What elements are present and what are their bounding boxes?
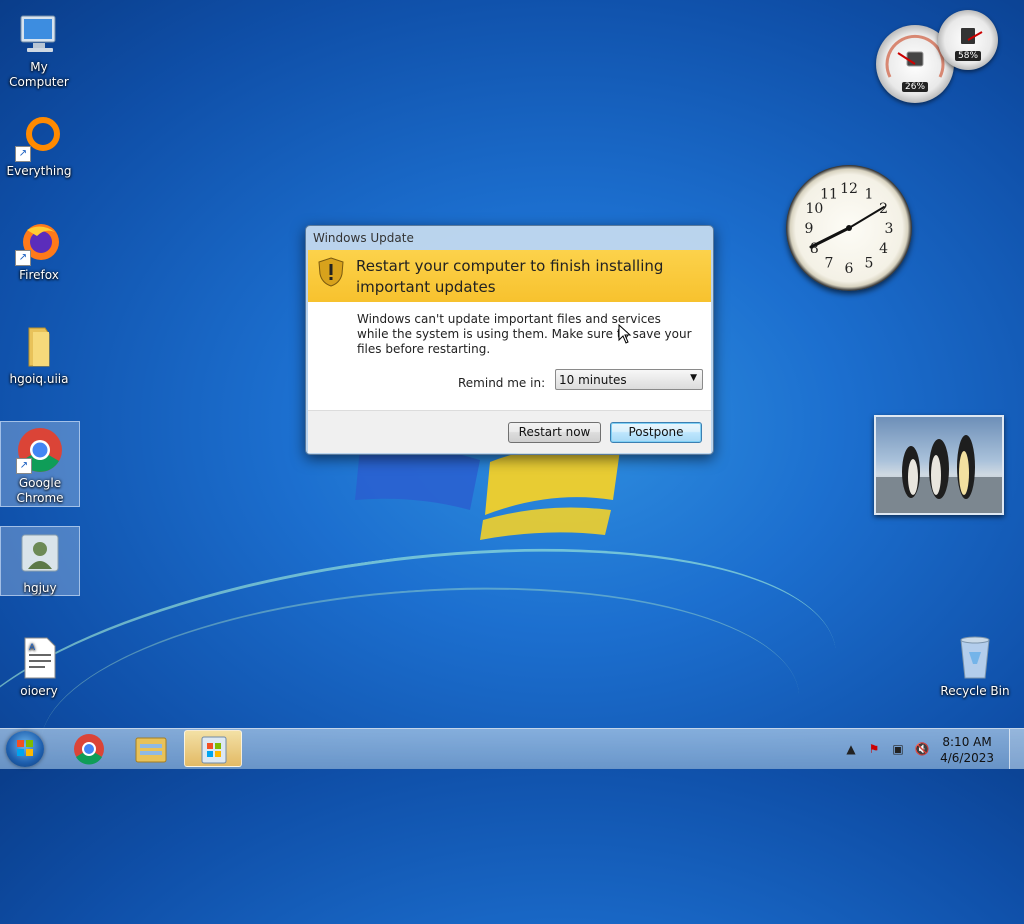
clock-number: 4: [879, 241, 888, 257]
taskbar: ▲ ⚑ ▣ 🔇 8:10 AM 4/6/2023: [0, 728, 1024, 769]
windows-logo-icon: [17, 740, 33, 756]
windows-logo-wallpaper: [355, 445, 620, 540]
windows-update-icon: [201, 736, 227, 764]
user-icon: [16, 531, 64, 579]
dialog-footer: Restart now Postpone: [308, 410, 711, 453]
shortcut-arrow-icon: ↗: [16, 458, 32, 474]
clock-number: 10: [805, 201, 823, 217]
show-desktop-button[interactable]: [1009, 729, 1024, 769]
document-icon: A: [15, 634, 63, 682]
show-hidden-icons-icon[interactable]: ▲: [843, 741, 859, 757]
taskbar-windows-update-button[interactable]: [184, 730, 242, 767]
postpone-button[interactable]: Postpone: [610, 422, 702, 443]
shortcut-arrow-icon: ↗: [15, 146, 31, 162]
desktop-icon-folder[interactable]: hgoiq.uiia: [0, 318, 78, 387]
desktop-icon-oioery[interactable]: A oioery: [0, 630, 78, 699]
dialog-banner: Restart your computer to finish installi…: [308, 250, 711, 302]
mouse-cursor-icon: [618, 324, 632, 344]
clock-number: 6: [845, 261, 854, 277]
penguins-photo: [876, 435, 1002, 513]
desktop-icon-recycle-bin[interactable]: Recycle Bin: [936, 630, 1014, 699]
chevron-down-icon: ▼: [690, 373, 697, 383]
chrome-icon: ↗: [16, 426, 64, 474]
clock-number: 1: [865, 186, 874, 202]
desktop-icon-label: Google Chrome: [16, 476, 64, 505]
system-tray: ▲ ⚑ ▣ 🔇: [840, 729, 940, 769]
network-icon[interactable]: ▣: [890, 741, 906, 757]
desktop-icon-label: Recycle Bin: [940, 684, 1010, 698]
gauge-dial: [961, 28, 983, 44]
desktop-icon-firefox[interactable]: ↗ Firefox: [0, 214, 78, 283]
recycle-bin-icon: [951, 634, 999, 682]
desktop-icon-label: hgoiq.uiia: [9, 372, 69, 386]
desktop-icon-label: hgjuy: [23, 581, 57, 595]
memory-meter-gadget[interactable]: 58%: [938, 10, 998, 70]
desktop-icon-everything[interactable]: ↗ Everything: [0, 110, 78, 179]
dialog-title: Windows Update: [313, 231, 414, 245]
start-button[interactable]: [6, 731, 44, 767]
chrome-icon: [74, 734, 104, 765]
clock-face: 1110987 6 5432112: [805, 181, 894, 277]
cpu-percent: 26%: [901, 82, 929, 92]
desktop-icon-hgjuy[interactable]: hgjuy: [0, 526, 80, 596]
shortcut-arrow-icon: ↗: [15, 250, 31, 266]
folder-icon: [15, 322, 63, 370]
everything-icon: ↗: [15, 114, 63, 162]
clock-number: 12: [840, 181, 858, 197]
clock-date-text: 4/6/2023: [940, 751, 994, 765]
dialog-headline: Restart your computer to finish installi…: [356, 257, 664, 296]
clock-number: 9: [805, 221, 814, 237]
clock-number: 7: [825, 256, 834, 272]
shield-warning-icon: [318, 257, 344, 287]
desktop-icon-label: Firefox: [19, 268, 59, 282]
clock-number: 5: [865, 256, 874, 272]
dialog-body: Windows can't update important files and…: [308, 302, 711, 410]
desktop-icon-google-chrome[interactable]: ↗ Google Chrome: [0, 421, 80, 507]
remind-value: 10 minutes: [559, 373, 627, 387]
remind-dropdown[interactable]: 10 minutes ▼: [555, 369, 703, 390]
minute-hand: [848, 206, 885, 229]
clock-number: 11: [820, 186, 838, 202]
folder-icon: [135, 737, 167, 763]
desktop-icon-label: Everything: [6, 164, 72, 178]
clock-gadget[interactable]: 11 10 9 8 7 6 5 4 3 2 1 12: [786, 165, 912, 291]
clock-time-text: 8:10 AM: [942, 735, 992, 749]
taskbar-clock[interactable]: 8:10 AM 4/6/2023: [940, 734, 994, 766]
restart-now-button[interactable]: Restart now: [508, 422, 601, 443]
svg-text:A: A: [29, 643, 36, 653]
desktop-icon-my-computer[interactable]: My Computer: [0, 6, 78, 90]
hour-hand: [809, 226, 851, 249]
dialog-message: Windows can't update important files and…: [357, 312, 692, 356]
computer-icon: [15, 10, 63, 58]
windows-update-dialog[interactable]: Windows Update Restart your computer to …: [305, 225, 714, 455]
volume-muted-icon[interactable]: 🔇: [914, 741, 930, 757]
desktop-icon-label: My Computer: [9, 60, 69, 89]
firefox-icon: ↗: [15, 218, 63, 266]
taskbar-chrome-button[interactable]: [60, 730, 118, 767]
remind-label: Remind me in:: [458, 376, 546, 390]
action-center-flag-icon[interactable]: ⚑: [866, 741, 882, 757]
memory-percent: 58%: [954, 51, 982, 61]
clock-number: 3: [885, 221, 894, 237]
taskbar-explorer-button[interactable]: [122, 730, 180, 767]
slideshow-gadget[interactable]: [874, 415, 1004, 515]
desktop-icon-label: oioery: [20, 684, 58, 698]
